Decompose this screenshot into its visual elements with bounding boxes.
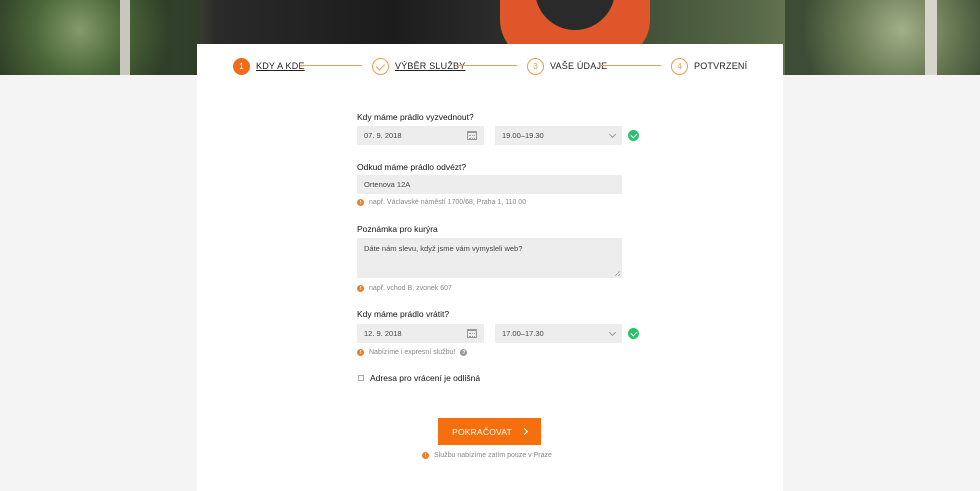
step-number-3: 3 [527,57,544,75]
return-hint: ! Nabízíme i expresní službu! ? [357,349,468,356]
return-hint-text: Nabízíme i expresní službu! [369,349,456,356]
hero-pole-right [925,0,937,75]
valid-check-icon [628,328,639,339]
pickup-time-select[interactable]: 19.00–19.30 [495,126,622,145]
pickup-date-field[interactable]: 07. 9. 2018 [357,126,484,145]
note-hint: ! např. vchod B, zvonek 607 [357,285,452,292]
footer-hint-text: Službu nabízíme zatím pouze v Praze [434,452,552,459]
return-time-select[interactable]: 17.00–17.30 [495,324,622,343]
info-icon: ! [422,452,429,459]
step-label: POTVRZENÍ [694,61,748,71]
pickup-label: Kdy máme prádlo vyzvednout? [357,112,474,122]
address-label: Odkud máme prádlo odvézt? [357,162,467,172]
info-icon: ! [357,199,364,206]
hero-foliage-left [0,0,200,75]
step-when-where[interactable]: 1 KDY A KDE [233,57,305,75]
step-connector [599,65,661,66]
different-address-checkbox[interactable] [358,375,364,381]
order-stepper: 1 KDY A KDE VÝBĚR SLUŽBY 3 VAŠE ÚDAJE 4 … [197,44,783,88]
continue-button-label: POKRAČOVAT [452,426,512,437]
footer-hint: ! Službu nabízíme zatím pouze v Praze [422,452,552,459]
step-connector [455,65,517,66]
step-connector [300,65,362,66]
step-label[interactable]: VÝBĚR SLUŽBY [395,61,465,71]
order-form-card: 1 KDY A KDE VÝBĚR SLUŽBY 3 VAŠE ÚDAJE 4 … [197,44,783,491]
hero-pole [120,0,130,75]
step-number-1: 1 [233,57,250,75]
address-input[interactable]: Ortenova 12A [357,175,622,194]
step-label[interactable]: KDY A KDE [256,61,305,71]
different-address-label[interactable]: Adresa pro vrácení je odlišná [370,373,480,383]
return-date-value: 12. 9. 2018 [364,329,402,338]
step-confirmation: 4 POTVRZENÍ [671,57,747,75]
step-label: VAŠE ÚDAJE [550,61,608,71]
continue-button[interactable]: POKRAČOVAT [438,418,541,445]
return-time-value: 17.00–17.30 [502,329,544,338]
checkmark-icon [372,57,389,75]
help-icon[interactable]: ? [460,349,468,356]
note-hint-text: např. vchod B, zvonek 607 [369,285,452,292]
return-date-field[interactable]: 12. 9. 2018 [357,324,484,343]
chevron-down-icon [608,328,617,337]
pickup-time-value: 19.00–19.30 [502,131,544,140]
calendar-icon[interactable] [467,329,477,338]
address-value: Ortenova 12A [364,180,411,189]
step-number-4: 4 [671,57,688,75]
valid-check-icon [628,130,639,141]
step-your-details: 3 VAŠE ÚDAJE [527,57,607,75]
address-hint-text: např. Václavské náměstí 1700/68, Praha 1… [369,199,527,206]
pickup-date-value: 07. 9. 2018 [364,131,402,140]
hero-foliage-right [785,0,980,75]
calendar-icon[interactable] [467,131,477,140]
note-textarea[interactable]: Dáte nám slevu, když jsme vám vymysleli … [357,238,622,278]
note-label: Poznámka pro kurýra [357,224,438,234]
address-hint: ! např. Václavské náměstí 1700/68, Praha… [357,199,526,206]
info-icon: ! [357,349,364,356]
return-label: Kdy máme prádlo vrátit? [357,309,450,319]
chevron-right-icon [520,427,528,436]
resize-handle-icon[interactable] [615,271,620,276]
note-value: Dáte nám slevu, když jsme vám vymysleli … [364,244,523,253]
step-service[interactable]: VÝBĚR SLUŽBY [372,57,465,75]
info-icon: ! [357,285,364,292]
chevron-down-icon [608,130,617,139]
